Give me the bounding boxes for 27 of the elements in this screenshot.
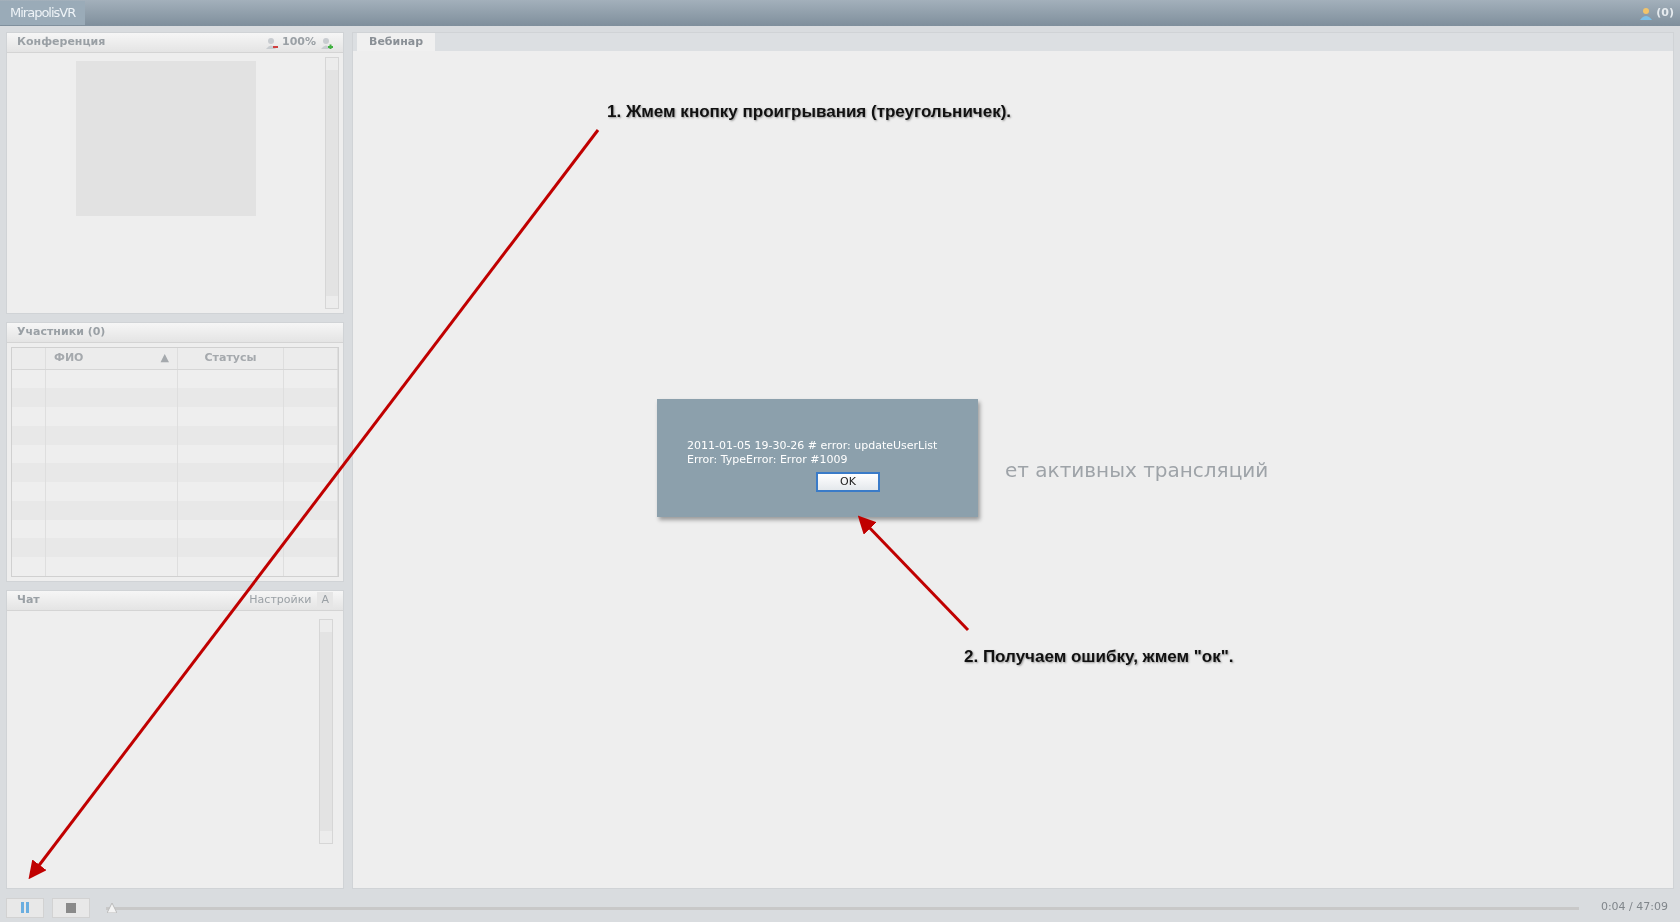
pause-icon [21, 902, 29, 913]
error-text: Error: TypeError: Error #1009 [687, 453, 849, 467]
time-display: 0:04 / 47:09 [1600, 899, 1669, 916]
play-button[interactable] [6, 897, 44, 918]
scrollbar[interactable] [319, 619, 333, 844]
stop-icon [66, 902, 76, 913]
seek-thumb[interactable] [107, 902, 118, 913]
annotation-text: 2. Получаем ошибку, жмем "ок". [964, 646, 1234, 668]
column-header[interactable]: Статусы [178, 348, 284, 369]
scrollbar[interactable] [325, 57, 339, 309]
zoom-level: 100% [282, 34, 316, 51]
zoom-in-icon[interactable] [320, 36, 333, 49]
user-count: (0) [1656, 4, 1674, 21]
settings-link[interactable]: Настройки [249, 592, 312, 609]
app-logo: MirapolisVR [0, 1, 86, 25]
panel-title: Конференция [17, 34, 106, 51]
panel-title: Участники (0) [17, 324, 106, 341]
stop-button[interactable] [52, 897, 90, 918]
empty-message: ет активных трансляций [1005, 456, 1269, 484]
tab[interactable]: Вебинар [357, 33, 436, 51]
panel-title: Чат [17, 592, 40, 609]
annotation-text: 1. Жмем кнопку проигрывания (треугольничек). [607, 101, 1012, 123]
user-icon[interactable] [1640, 6, 1653, 20]
ok-button[interactable]: OK [816, 472, 880, 492]
zoom-out-icon[interactable] [265, 36, 278, 49]
error-text: 2011-01-05 19-30-26 # error: updateUserList [687, 439, 939, 453]
column-header[interactable]: ФИО ▲ [46, 348, 178, 369]
